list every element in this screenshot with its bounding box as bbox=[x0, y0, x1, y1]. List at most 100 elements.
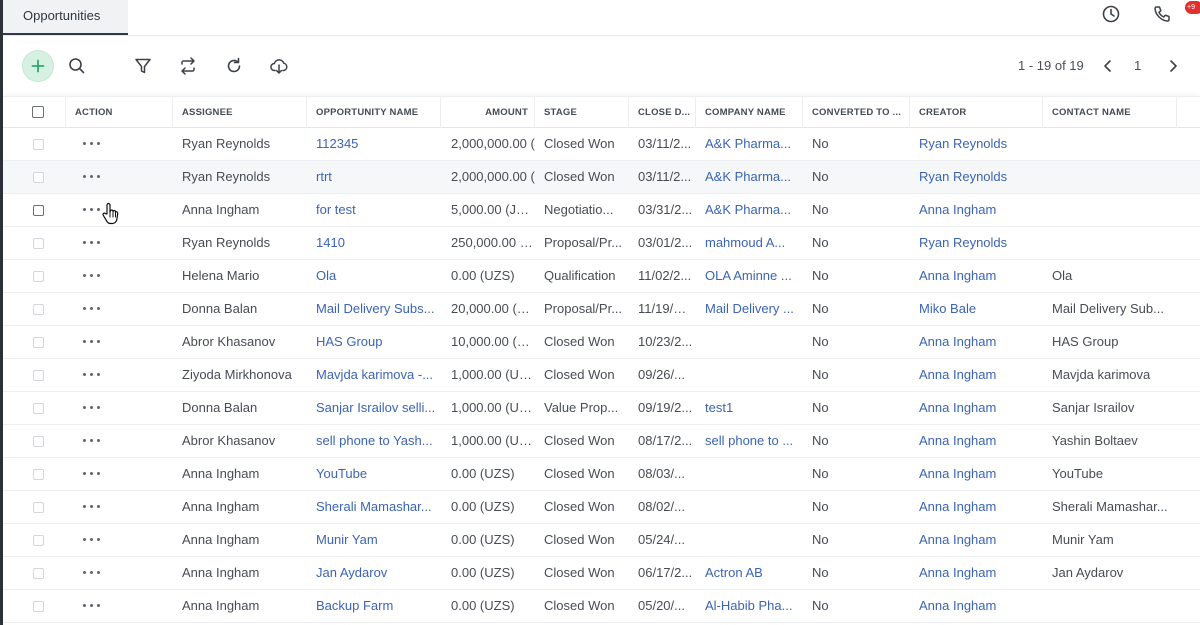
row-checkbox[interactable] bbox=[33, 205, 44, 216]
row-checkbox[interactable] bbox=[33, 502, 44, 513]
table-row[interactable]: Ryan Reynolds 1410 250,000.00 (UZ Proposal/… bbox=[3, 227, 1200, 260]
cell-opportunity-name[interactable]: Backup Farm bbox=[316, 590, 436, 622]
cell-opportunity-name[interactable]: Jan Aydarov bbox=[316, 557, 436, 589]
header-amount[interactable]: AMOUNT bbox=[441, 97, 535, 128]
cell-creator[interactable]: Anna Ingham bbox=[919, 491, 1039, 523]
cell-creator[interactable]: Anna Ingham bbox=[919, 425, 1039, 457]
pager-current-page[interactable]: 1 bbox=[1134, 58, 1141, 73]
table-row[interactable]: Anna Ingham Sherali Mamashar... 0.00 (UZS)… bbox=[3, 491, 1200, 524]
row-checkbox[interactable] bbox=[33, 139, 44, 150]
table-row[interactable]: Ryan Reynolds rtrt 2,000,000.00 (Closed Wo… bbox=[3, 161, 1200, 194]
cell-company-name[interactable] bbox=[705, 359, 797, 391]
table-row[interactable]: Anna Ingham Backup Farm 0.00 (UZS) Closed W… bbox=[3, 590, 1200, 623]
cell-opportunity-name[interactable]: rtrt bbox=[316, 161, 436, 193]
table-row[interactable]: Anna Ingham YouTube 0.00 (UZS) Closed Won 08… bbox=[3, 458, 1200, 491]
table-row[interactable]: Donna Balan Mail Delivery Subs... 20,000.0… bbox=[3, 293, 1200, 326]
cell-opportunity-name[interactable]: YouTube bbox=[316, 458, 436, 490]
cell-opportunity-name[interactable]: HAS Group bbox=[316, 326, 436, 358]
cell-company-name[interactable]: A&K Pharma... bbox=[705, 194, 797, 226]
cell-company-name[interactable]: Actron AB bbox=[705, 557, 797, 589]
cell-creator[interactable]: Anna Ingham bbox=[919, 194, 1039, 226]
cell-company-name[interactable]: mahmoud A... bbox=[705, 227, 797, 259]
row-checkbox[interactable] bbox=[33, 601, 44, 612]
more-options-icon[interactable] bbox=[83, 604, 105, 608]
more-options-icon[interactable] bbox=[83, 175, 105, 179]
cell-opportunity-name[interactable]: 112345 bbox=[316, 128, 436, 160]
cell-company-name[interactable] bbox=[705, 458, 797, 490]
cell-creator[interactable]: Anna Ingham bbox=[919, 524, 1039, 556]
filter-icon[interactable] bbox=[133, 56, 153, 76]
row-checkbox[interactable] bbox=[33, 271, 44, 282]
row-checkbox[interactable] bbox=[33, 238, 44, 249]
more-options-icon[interactable] bbox=[83, 340, 105, 344]
row-checkbox[interactable] bbox=[33, 568, 44, 579]
row-checkbox[interactable] bbox=[33, 469, 44, 480]
more-options-icon[interactable] bbox=[83, 505, 105, 509]
row-checkbox[interactable] bbox=[33, 172, 44, 183]
table-row[interactable]: Abror Khasanov HAS Group 10,000.00 (UZS Clo… bbox=[3, 326, 1200, 359]
header-stage[interactable]: STAGE bbox=[535, 97, 629, 128]
search-icon[interactable] bbox=[67, 56, 87, 76]
table-row[interactable]: Ziyoda Mirkhonova Mavjda karimova -... 1,0… bbox=[3, 359, 1200, 392]
row-checkbox[interactable] bbox=[33, 370, 44, 381]
tab-opportunities[interactable]: Opportunities bbox=[3, 0, 128, 35]
cell-creator[interactable]: Anna Ingham bbox=[919, 326, 1039, 358]
more-options-icon[interactable] bbox=[83, 406, 105, 410]
table-row[interactable]: Anna Ingham Munir Yam 0.00 (UZS) Closed Won… bbox=[3, 524, 1200, 557]
cell-company-name[interactable] bbox=[705, 491, 797, 523]
cell-company-name[interactable] bbox=[705, 326, 797, 358]
cell-creator[interactable]: Anna Ingham bbox=[919, 458, 1039, 490]
header-contact-name[interactable]: CONTACT NAME bbox=[1043, 97, 1177, 128]
add-button[interactable] bbox=[23, 51, 53, 81]
header-company-name[interactable]: COMPANY NAME bbox=[696, 97, 803, 128]
more-options-icon[interactable] bbox=[83, 241, 105, 245]
phone-icon[interactable] bbox=[1152, 4, 1172, 24]
cell-creator[interactable]: Miko Bale bbox=[919, 293, 1039, 325]
more-options-icon[interactable] bbox=[83, 571, 105, 575]
cell-company-name[interactable]: A&K Pharma... bbox=[705, 128, 797, 160]
table-row[interactable]: Ryan Reynolds 112345 2,000,000.00 (Closed … bbox=[3, 128, 1200, 161]
row-checkbox[interactable] bbox=[33, 436, 44, 447]
cell-company-name[interactable]: Mail Delivery ... bbox=[705, 293, 797, 325]
cell-company-name[interactable]: test1 bbox=[705, 392, 797, 424]
header-close-date[interactable]: CLOSE D... bbox=[629, 97, 696, 128]
more-options-icon[interactable] bbox=[83, 538, 105, 542]
more-options-icon[interactable] bbox=[83, 208, 105, 212]
cell-company-name[interactable]: A&K Pharma... bbox=[705, 161, 797, 193]
cell-opportunity-name[interactable]: sell phone to Yash... bbox=[316, 425, 436, 457]
chevron-left-icon[interactable] bbox=[1098, 56, 1118, 76]
clock-icon[interactable] bbox=[1101, 4, 1121, 24]
cell-opportunity-name[interactable]: Sherali Mamashar... bbox=[316, 491, 436, 523]
table-row[interactable]: Helena Mario Ola 0.00 (UZS) Qualification 11… bbox=[3, 260, 1200, 293]
more-options-icon[interactable] bbox=[83, 307, 105, 311]
row-checkbox[interactable] bbox=[33, 337, 44, 348]
cell-creator[interactable]: Anna Ingham bbox=[919, 557, 1039, 589]
more-options-icon[interactable] bbox=[83, 472, 105, 476]
more-options-icon[interactable] bbox=[83, 373, 105, 377]
more-options-icon[interactable] bbox=[83, 142, 105, 146]
cell-opportunity-name[interactable]: 1410 bbox=[316, 227, 436, 259]
cell-creator[interactable]: Anna Ingham bbox=[919, 392, 1039, 424]
cell-opportunity-name[interactable]: Mavjda karimova -... bbox=[316, 359, 436, 391]
cell-opportunity-name[interactable]: for test bbox=[316, 194, 436, 226]
cell-opportunity-name[interactable]: Ola bbox=[316, 260, 436, 292]
table-row[interactable]: Anna Ingham for test 5,000.00 (JOD Negotiat… bbox=[3, 194, 1200, 227]
more-options-icon[interactable] bbox=[83, 439, 105, 443]
cell-opportunity-name[interactable]: Mail Delivery Subs... bbox=[316, 293, 436, 325]
row-checkbox[interactable] bbox=[33, 304, 44, 315]
table-row[interactable]: Donna Balan Sanjar Israilov selli... 1,000… bbox=[3, 392, 1200, 425]
chevron-right-icon[interactable] bbox=[1163, 56, 1183, 76]
header-converted-to[interactable]: CONVERTED TO ... bbox=[803, 97, 910, 128]
cell-company-name[interactable] bbox=[705, 524, 797, 556]
cell-creator[interactable]: Anna Ingham bbox=[919, 590, 1039, 622]
cell-opportunity-name[interactable]: Munir Yam bbox=[316, 524, 436, 556]
select-all-checkbox[interactable] bbox=[32, 106, 44, 118]
header-assignee[interactable]: ASSIGNEE bbox=[173, 97, 307, 128]
cell-creator[interactable]: Ryan Reynolds bbox=[919, 161, 1039, 193]
row-checkbox[interactable] bbox=[33, 403, 44, 414]
header-action[interactable]: ACTION bbox=[66, 97, 173, 128]
cell-creator[interactable]: Anna Ingham bbox=[919, 359, 1039, 391]
table-row[interactable]: Anna Ingham Jan Aydarov 0.00 (UZS) Closed W… bbox=[3, 557, 1200, 590]
cell-creator[interactable]: Ryan Reynolds bbox=[919, 227, 1039, 259]
header-creator[interactable]: CREATOR bbox=[910, 97, 1043, 128]
